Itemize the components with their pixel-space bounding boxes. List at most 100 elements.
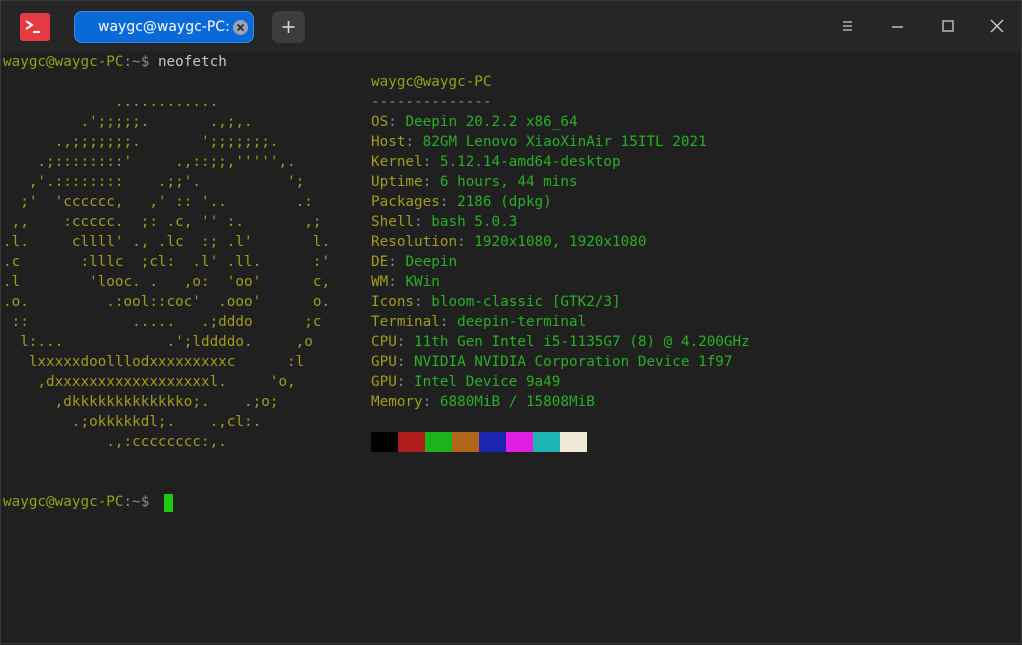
terminal-output[interactable]: waygc@waygc-PC:~$ neofetch ............ … — [1, 52, 1021, 645]
info-key: Packages — [371, 194, 440, 210]
info-value: bloom-classic [GTK2/3] — [431, 294, 621, 310]
menu-button[interactable] — [837, 15, 859, 37]
info-row: DE: Deepin — [371, 252, 457, 272]
ascii-logo-line: ,dxxxxxxxxxxxxxxxxxxl. 'o, — [3, 374, 296, 390]
ascii-logo-line: lxxxxxdoolllodxxxxxxxxxc :l — [3, 354, 305, 370]
prompt-user: waygc@waygc-PC — [3, 494, 124, 510]
info-key: GPU — [371, 374, 397, 390]
info-row: Host: 82GM Lenovo XiaoXinAir 15ITL 2021 — [371, 132, 707, 152]
info-value: KWin — [405, 274, 440, 290]
info-key-separator: : — [422, 174, 440, 190]
color-swatch — [506, 432, 533, 452]
color-swatch — [479, 432, 506, 452]
info-key: WM — [371, 274, 389, 290]
info-key: OS — [371, 114, 389, 130]
terminal-icon[interactable] — [20, 13, 50, 41]
info-key-separator: : — [396, 354, 415, 370]
ascii-logo-line: .;okkkkkdl;. .,cl:. — [3, 414, 262, 430]
info-row: Kernel: 5.12.14-amd64-desktop — [371, 152, 621, 172]
ascii-logo-line: :: ..... .;dddo ;c — [3, 314, 322, 330]
info-value: deepin-terminal — [457, 314, 587, 330]
info-value: 11th Gen Intel i5-1135G7 (8) @ 4.200GHz — [414, 334, 750, 350]
maximize-button[interactable] — [937, 15, 959, 37]
close-icon — [990, 19, 1004, 33]
menu-icon — [843, 21, 852, 31]
info-key: Resolution — [371, 234, 458, 250]
command-text: neofetch — [157, 54, 227, 70]
info-key: Icons — [371, 294, 415, 310]
close-icon[interactable] — [233, 20, 248, 35]
info-row: Memory: 6880MiB / 15808MiB — [371, 392, 595, 412]
info-key-separator: : — [388, 274, 406, 290]
info-row: GPU: Intel Device 9a49 — [371, 372, 560, 392]
ascii-logo-line: .l. cllll' ., .lc :; .l' l. — [3, 234, 331, 250]
color-swatch — [452, 432, 479, 452]
plus-icon — [282, 21, 295, 33]
info-key-separator: : — [439, 194, 458, 210]
info-value: 2186 (dpkg) — [457, 194, 552, 210]
info-value: bash 5.0.3 — [431, 214, 518, 230]
terminal-window: waygc@waygc-PC: ~ waygc@waygc-PC:~$ neof… — [0, 0, 1022, 644]
info-row: GPU: NVIDIA NVIDIA Corporation Device 1f… — [371, 352, 733, 372]
prompt-user: waygc@waygc-PC — [3, 54, 124, 70]
info-row: WM: KWin — [371, 272, 440, 292]
color-swatch — [371, 432, 398, 452]
prompt-path: :~$ — [123, 494, 158, 510]
minimize-icon — [892, 26, 903, 28]
text-cursor — [164, 494, 173, 512]
info-title: waygc@waygc-PC — [371, 74, 492, 90]
color-swatch — [560, 432, 587, 452]
info-key-separator: : — [405, 134, 423, 150]
prompt-path: :~$ — [123, 54, 158, 70]
info-value: 5.12.14-amd64-desktop — [439, 154, 621, 170]
info-row: Resolution: 1920x1080, 1920x1080 — [371, 232, 646, 252]
ascii-logo-line: .l 'looc. . ,o: 'oo' c, — [3, 274, 331, 290]
info-row: CPU: 11th Gen Intel i5-1135G7 (8) @ 4.20… — [371, 332, 750, 352]
info-separator: -------------- — [371, 94, 492, 110]
info-key: Kernel — [371, 154, 423, 170]
ascii-logo-line: ,dkkkkkkkkkkkkko;. .;o; — [3, 394, 279, 410]
info-key-separator: : — [457, 234, 475, 250]
ascii-logo-line: ,, :ccccc. ;: .c, '' :. ,; — [3, 214, 322, 230]
info-value: 6880MiB / 15808MiB — [439, 394, 595, 410]
titlebar: waygc@waygc-PC: ~ — [1, 1, 1021, 52]
color-swatch — [533, 432, 560, 452]
ascii-logo-line: .,:cccccccc:,. — [3, 434, 227, 450]
info-row: Packages: 2186 (dpkg) — [371, 192, 552, 212]
color-swatch — [398, 432, 425, 452]
tab-title: waygc@waygc-PC: ~ — [98, 19, 246, 35]
info-value: 6 hours, 44 mins — [439, 174, 578, 190]
ascii-logo-line: .;::::::::' .,::;;,''''',. — [3, 154, 296, 170]
close-button[interactable] — [986, 15, 1008, 37]
minimize-button[interactable] — [887, 15, 909, 37]
info-row: OS: Deepin 20.2.2 x86_64 — [371, 112, 578, 132]
info-value: Intel Device 9a49 — [414, 374, 561, 390]
tab-terminal[interactable]: waygc@waygc-PC: ~ — [74, 11, 254, 43]
info-key-separator: : — [414, 294, 432, 310]
info-key-separator: : — [396, 334, 415, 350]
info-value: NVIDIA NVIDIA Corporation Device 1f97 — [414, 354, 733, 370]
info-value: 1920x1080, 1920x1080 — [474, 234, 647, 250]
ascii-logo-line: .o. .:ool::coc' .ooo' o. — [3, 294, 331, 310]
info-key-separator: : — [414, 214, 432, 230]
info-key-separator: : — [388, 114, 406, 130]
info-key: Memory — [371, 394, 423, 410]
ascii-logo-line: l:... .';lddddo. ,o — [3, 334, 313, 350]
info-row: Shell: bash 5.0.3 — [371, 212, 517, 232]
color-swatch — [425, 432, 452, 452]
info-key-separator: : — [422, 394, 440, 410]
info-key: GPU — [371, 354, 397, 370]
new-tab-button[interactable] — [272, 11, 305, 43]
info-key: Terminal — [371, 314, 440, 330]
ascii-logo-line: .';;;;;. .,;,. — [3, 114, 253, 130]
info-value: Deepin 20.2.2 x86_64 — [405, 114, 578, 130]
info-key-separator: : — [439, 314, 458, 330]
info-key: Uptime — [371, 174, 423, 190]
info-row: Icons: bloom-classic [GTK2/3] — [371, 292, 621, 312]
ascii-logo-line: .c :lllc ;cl: .l' .ll. :' — [3, 254, 331, 270]
ascii-logo-line: ............ — [3, 94, 219, 110]
prompt-line: waygc@waygc-PC:~$ — [3, 492, 158, 512]
info-key: Host — [371, 134, 406, 150]
info-row: Terminal: deepin-terminal — [371, 312, 586, 332]
info-key: DE — [371, 254, 389, 270]
